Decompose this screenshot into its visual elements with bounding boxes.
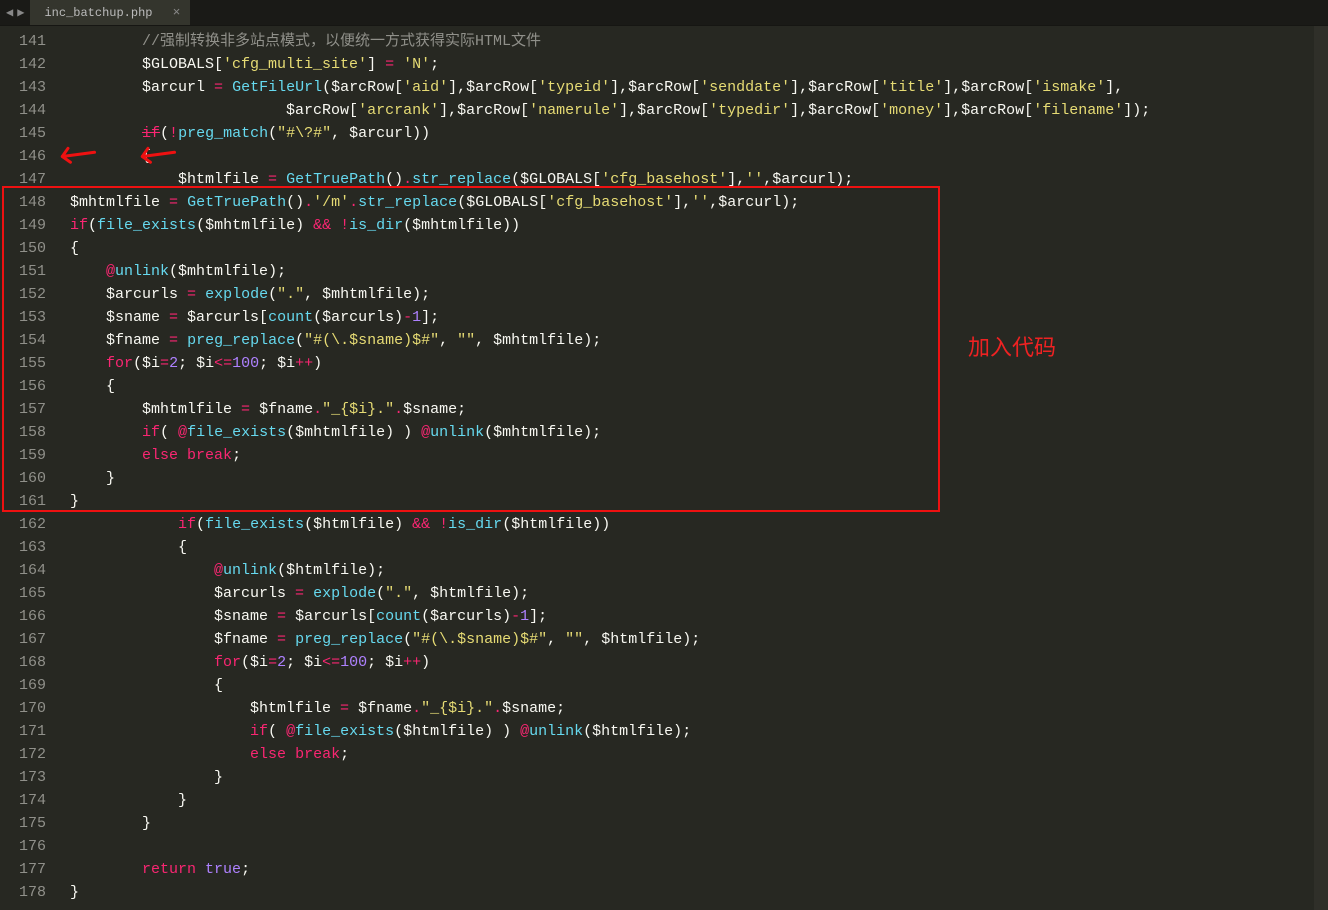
nav-arrows: ◀ ▶ [0, 0, 30, 25]
tab-bar: ◀ ▶ inc_batchup.php × [0, 0, 1328, 26]
editor-area[interactable]: 141 142 143 144 145 146 147 148 149 150 … [0, 26, 1328, 910]
tab-filename: inc_batchup.php [44, 6, 152, 20]
nav-forward-icon[interactable]: ▶ [17, 5, 24, 20]
nav-back-icon[interactable]: ◀ [6, 5, 13, 20]
line-number-gutter: 141 142 143 144 145 146 147 148 149 150 … [0, 26, 60, 910]
tab-active[interactable]: inc_batchup.php × [30, 0, 190, 25]
close-icon[interactable]: × [173, 5, 181, 20]
minimap-scrollbar[interactable] [1314, 26, 1328, 910]
code-content[interactable]: //强制转换非多站点模式，以便统一方式获得实际HTML文件 $GLOBALS['… [60, 26, 1328, 910]
